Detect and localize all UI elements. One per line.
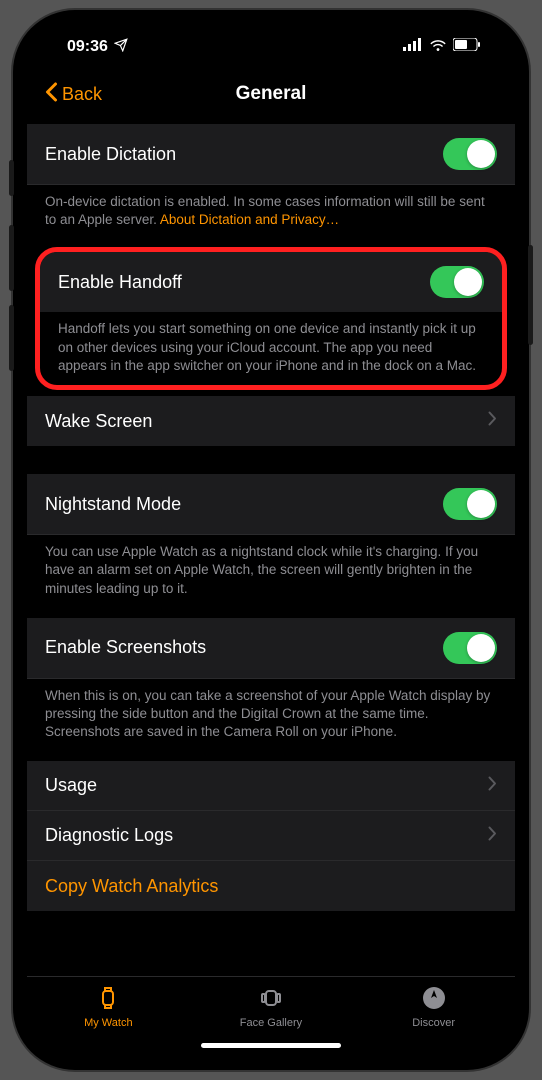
watch-icon (95, 985, 121, 1014)
home-indicator[interactable] (201, 1043, 341, 1048)
row-enable-screenshots[interactable]: Enable Screenshots (27, 618, 515, 679)
row-label: Usage (45, 775, 97, 796)
page-title: General (27, 83, 515, 105)
tab-label: Discover (412, 1017, 455, 1029)
row-label: Diagnostic Logs (45, 825, 173, 846)
row-label: Enable Handoff (58, 272, 182, 293)
footer-screenshots: When this is on, you can take a screensh… (27, 679, 515, 756)
link-dictation-privacy[interactable]: About Dictation and Privacy… (160, 212, 339, 227)
row-label: Enable Screenshots (45, 637, 206, 658)
footer-handoff: Handoff lets you start something on one … (40, 312, 502, 385)
row-label: Enable Dictation (45, 144, 176, 165)
tab-discover[interactable]: Discover (384, 985, 484, 1029)
row-nightstand-mode[interactable]: Nightstand Mode (27, 474, 515, 535)
toggle-nightstand[interactable] (443, 488, 497, 520)
footer-nightstand: You can use Apple Watch as a nightstand … (27, 535, 515, 612)
toggle-dictation[interactable] (443, 138, 497, 170)
tab-face-gallery[interactable]: Face Gallery (221, 985, 321, 1029)
content-scroll[interactable]: Enable Dictation On-device dictation is … (27, 118, 515, 976)
status-time: 09:36 (67, 38, 108, 56)
gallery-icon (258, 985, 284, 1014)
battery-icon (453, 38, 481, 56)
row-diagnostic-logs[interactable]: Diagnostic Logs (27, 811, 515, 861)
wifi-icon (429, 38, 447, 56)
highlight-handoff: Enable Handoff Handoff lets you start so… (35, 247, 507, 390)
row-usage[interactable]: Usage (27, 761, 515, 811)
row-label: Nightstand Mode (45, 494, 181, 515)
nav-bar: Back General (27, 70, 515, 118)
tab-my-watch[interactable]: My Watch (58, 985, 158, 1029)
chevron-right-icon (488, 411, 497, 431)
toggle-screenshots[interactable] (443, 632, 497, 664)
row-label: Wake Screen (45, 411, 152, 432)
location-icon (114, 38, 128, 57)
compass-icon (421, 985, 447, 1014)
row-label: Copy Watch Analytics (45, 876, 218, 897)
tab-label: Face Gallery (240, 1017, 302, 1029)
chevron-right-icon (488, 776, 497, 796)
chevron-right-icon (488, 826, 497, 846)
tab-label: My Watch (84, 1017, 133, 1029)
row-copy-analytics[interactable]: Copy Watch Analytics (27, 861, 515, 911)
toggle-handoff[interactable] (430, 266, 484, 298)
row-wake-screen[interactable]: Wake Screen (27, 396, 515, 446)
footer-dictation: On-device dictation is enabled. In some … (27, 185, 515, 243)
row-enable-handoff[interactable]: Enable Handoff (40, 252, 502, 312)
row-enable-dictation[interactable]: Enable Dictation (27, 124, 515, 185)
cellular-icon (403, 38, 423, 56)
